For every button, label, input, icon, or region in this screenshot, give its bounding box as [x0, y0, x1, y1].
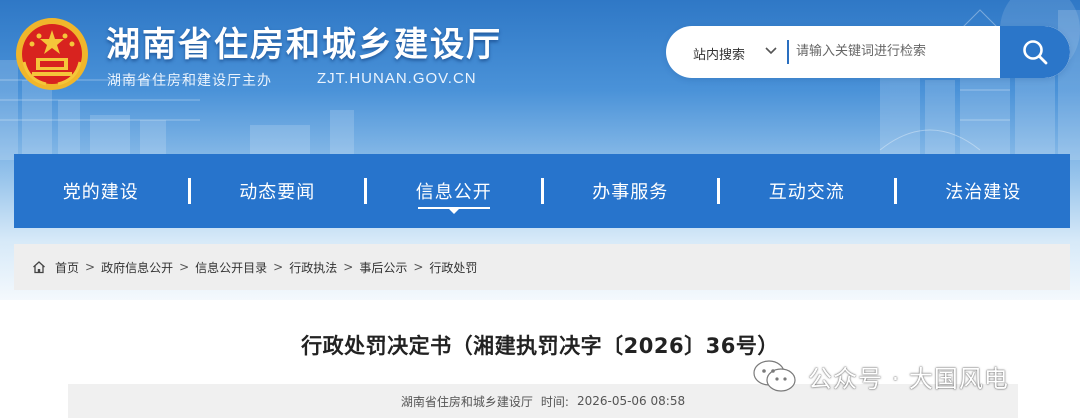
breadcrumb-post-disclosure[interactable]: 事后公示: [359, 259, 407, 276]
breadcrumb: 首页 > 政府信息公开 > 信息公开目录 > 行政执法 > 事后公示 > 行政处…: [14, 244, 1070, 290]
nav-item-label: 办事服务: [592, 182, 669, 203]
breadcrumb-home[interactable]: 首页: [55, 259, 79, 276]
breadcrumb-separator: >: [413, 260, 424, 274]
search-divider: [787, 40, 789, 64]
search-icon: [1023, 40, 1048, 65]
nav-item-label: 互动交流: [768, 182, 845, 203]
search-input[interactable]: [796, 34, 996, 68]
wechat-watermark: 公众号 · 大国风电: [752, 356, 1009, 396]
main-nav: 党的建设 动态要闻 信息公开 办事服务 互动交流 法治建设: [14, 154, 1070, 228]
nav-item-label: 信息公开: [415, 182, 492, 203]
breadcrumb-separator: >: [85, 260, 96, 274]
site-title: 湖南省住房和城乡建设厅: [106, 25, 502, 65]
breadcrumb-law-enforcement[interactable]: 行政执法: [289, 259, 337, 276]
search-scope-dropdown[interactable]: 站内搜索: [666, 26, 786, 78]
nav-item-rule-of-law[interactable]: 法治建设: [897, 154, 1071, 228]
breadcrumb-current[interactable]: 行政处罚: [429, 259, 477, 276]
nav-item-info-disclosure[interactable]: 信息公开: [367, 154, 541, 228]
nav-item-services[interactable]: 办事服务: [544, 154, 718, 228]
article-time-label: 时间:: [540, 394, 569, 409]
article-source: 湖南省住房和城乡建设厅: [400, 394, 533, 409]
nav-item-news[interactable]: 动态要闻: [191, 154, 365, 228]
site-domain: ZJT.HUNAN.GOV.CN: [317, 70, 477, 87]
watermark-text: 公众号 · 大国风电: [808, 364, 1009, 393]
wechat-icon: [753, 360, 796, 392]
host-organization: 湖南省住房和建设厅主办: [107, 73, 272, 89]
breadcrumb-gov-info[interactable]: 政府信息公开: [101, 259, 173, 276]
breadcrumb-info-catalog[interactable]: 信息公开目录: [195, 259, 267, 276]
article-time: 2026-05-06 08:58: [576, 394, 686, 408]
active-caret-icon: [448, 209, 459, 214]
search-box: 站内搜索: [666, 26, 1070, 78]
breadcrumb-separator: >: [179, 260, 190, 274]
chevron-down-icon: [765, 47, 777, 55]
nav-item-party-building[interactable]: 党的建设: [14, 154, 188, 228]
breadcrumb-separator: >: [273, 260, 284, 274]
national-emblem-icon: [16, 18, 88, 90]
search-button[interactable]: [1000, 26, 1070, 78]
nav-item-label: 党的建设: [62, 182, 139, 203]
search-scope-label: 站内搜索: [693, 48, 746, 63]
nav-item-interaction[interactable]: 互动交流: [720, 154, 894, 228]
home-icon: [33, 261, 45, 274]
nav-item-label: 法治建设: [945, 182, 1022, 203]
nav-item-label: 动态要闻: [239, 182, 316, 203]
breadcrumb-separator: >: [343, 260, 354, 274]
